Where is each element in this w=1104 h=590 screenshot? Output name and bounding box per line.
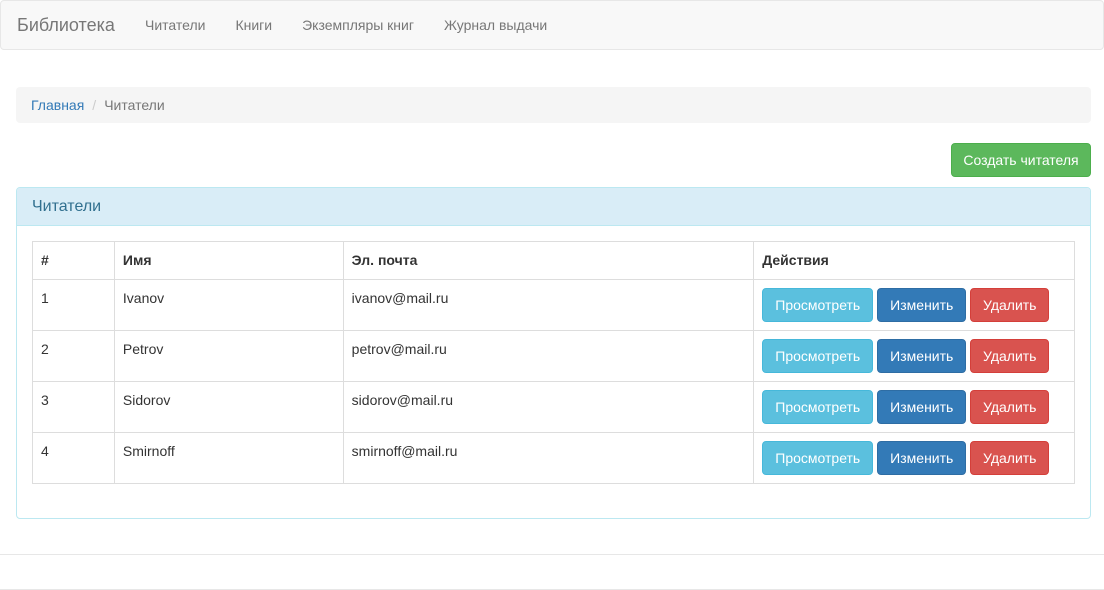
brand-link[interactable]: Библиотека [17, 1, 115, 49]
row-actions: Просмотреть Изменить Удалить [753, 330, 1075, 382]
delete-button[interactable]: Удалить [970, 441, 1050, 475]
row-name: Ivanov [113, 279, 344, 331]
column-header-actions: Действия [753, 241, 1075, 280]
view-button[interactable]: Просмотреть [762, 441, 874, 475]
breadcrumb-home-link[interactable]: Главная [31, 97, 84, 113]
top-navbar: Библиотека Читатели Книги Экземпляры кни… [0, 0, 1104, 50]
edit-button[interactable]: Изменить [877, 339, 967, 373]
table-row: 4 Smirnoff smirnoff@mail.ru Просмотреть И… [32, 432, 1075, 484]
panel-title: Читатели [17, 188, 1090, 226]
table-row: 1 Ivanov ivanov@mail.ru Просмотреть Измен… [32, 279, 1075, 331]
readers-panel: Читатели # Имя Эл. почта Действия 1 Ivan… [16, 187, 1091, 519]
row-number: 1 [32, 279, 115, 331]
edit-button[interactable]: Изменить [877, 390, 967, 424]
table-header-row: # Имя Эл. почта Действия [32, 241, 1075, 280]
row-actions: Просмотреть Изменить Удалить [753, 279, 1075, 331]
edit-button[interactable]: Изменить [877, 441, 967, 475]
nav-link-readers[interactable]: Читатели [145, 1, 205, 49]
row-email: smirnoff@mail.ru [342, 432, 755, 484]
row-number: 2 [32, 330, 115, 382]
breadcrumb: Главная / Читатели [16, 87, 1091, 123]
table-row: 3 Sidorov sidorov@mail.ru Просмотреть Изм… [32, 381, 1075, 433]
view-button[interactable]: Просмотреть [762, 390, 874, 424]
view-button[interactable]: Просмотреть [762, 339, 874, 373]
delete-button[interactable]: Удалить [970, 390, 1050, 424]
row-email: petrov@mail.ru [342, 330, 755, 382]
column-header-name: Имя [113, 241, 344, 280]
readers-table: # Имя Эл. почта Действия 1 Ivanov ivanov… [32, 241, 1075, 484]
create-reader-button[interactable]: Создать читателя [951, 143, 1091, 177]
row-email: sidorov@mail.ru [342, 381, 755, 433]
row-number: 3 [32, 381, 115, 433]
breadcrumb-separator: / [92, 97, 97, 113]
row-actions: Просмотреть Изменить Удалить [753, 381, 1075, 433]
row-name: Petrov [113, 330, 344, 382]
delete-button[interactable]: Удалить [970, 339, 1050, 373]
delete-button[interactable]: Удалить [970, 288, 1050, 322]
column-header-email: Эл. почта [342, 241, 755, 280]
row-name: Smirnoff [113, 432, 344, 484]
row-name: Sidorov [113, 381, 344, 433]
nav-link-books[interactable]: Книги [235, 1, 272, 49]
view-button[interactable]: Просмотреть [762, 288, 874, 322]
nav-links: Читатели Книги Экземпляры книг Журнал вы… [145, 1, 577, 49]
edit-button[interactable]: Изменить [877, 288, 967, 322]
row-actions: Просмотреть Изменить Удалить [753, 432, 1075, 484]
nav-link-book-copies[interactable]: Экземпляры книг [302, 1, 414, 49]
footer-divider [0, 554, 1104, 555]
column-header-number: # [32, 241, 115, 280]
breadcrumb-current: Читатели [104, 97, 165, 113]
row-email: ivanov@mail.ru [342, 279, 755, 331]
nav-link-loan-journal[interactable]: Журнал выдачи [444, 1, 547, 49]
row-number: 4 [32, 432, 115, 484]
table-row: 2 Petrov petrov@mail.ru Просмотреть Измен… [32, 330, 1075, 382]
